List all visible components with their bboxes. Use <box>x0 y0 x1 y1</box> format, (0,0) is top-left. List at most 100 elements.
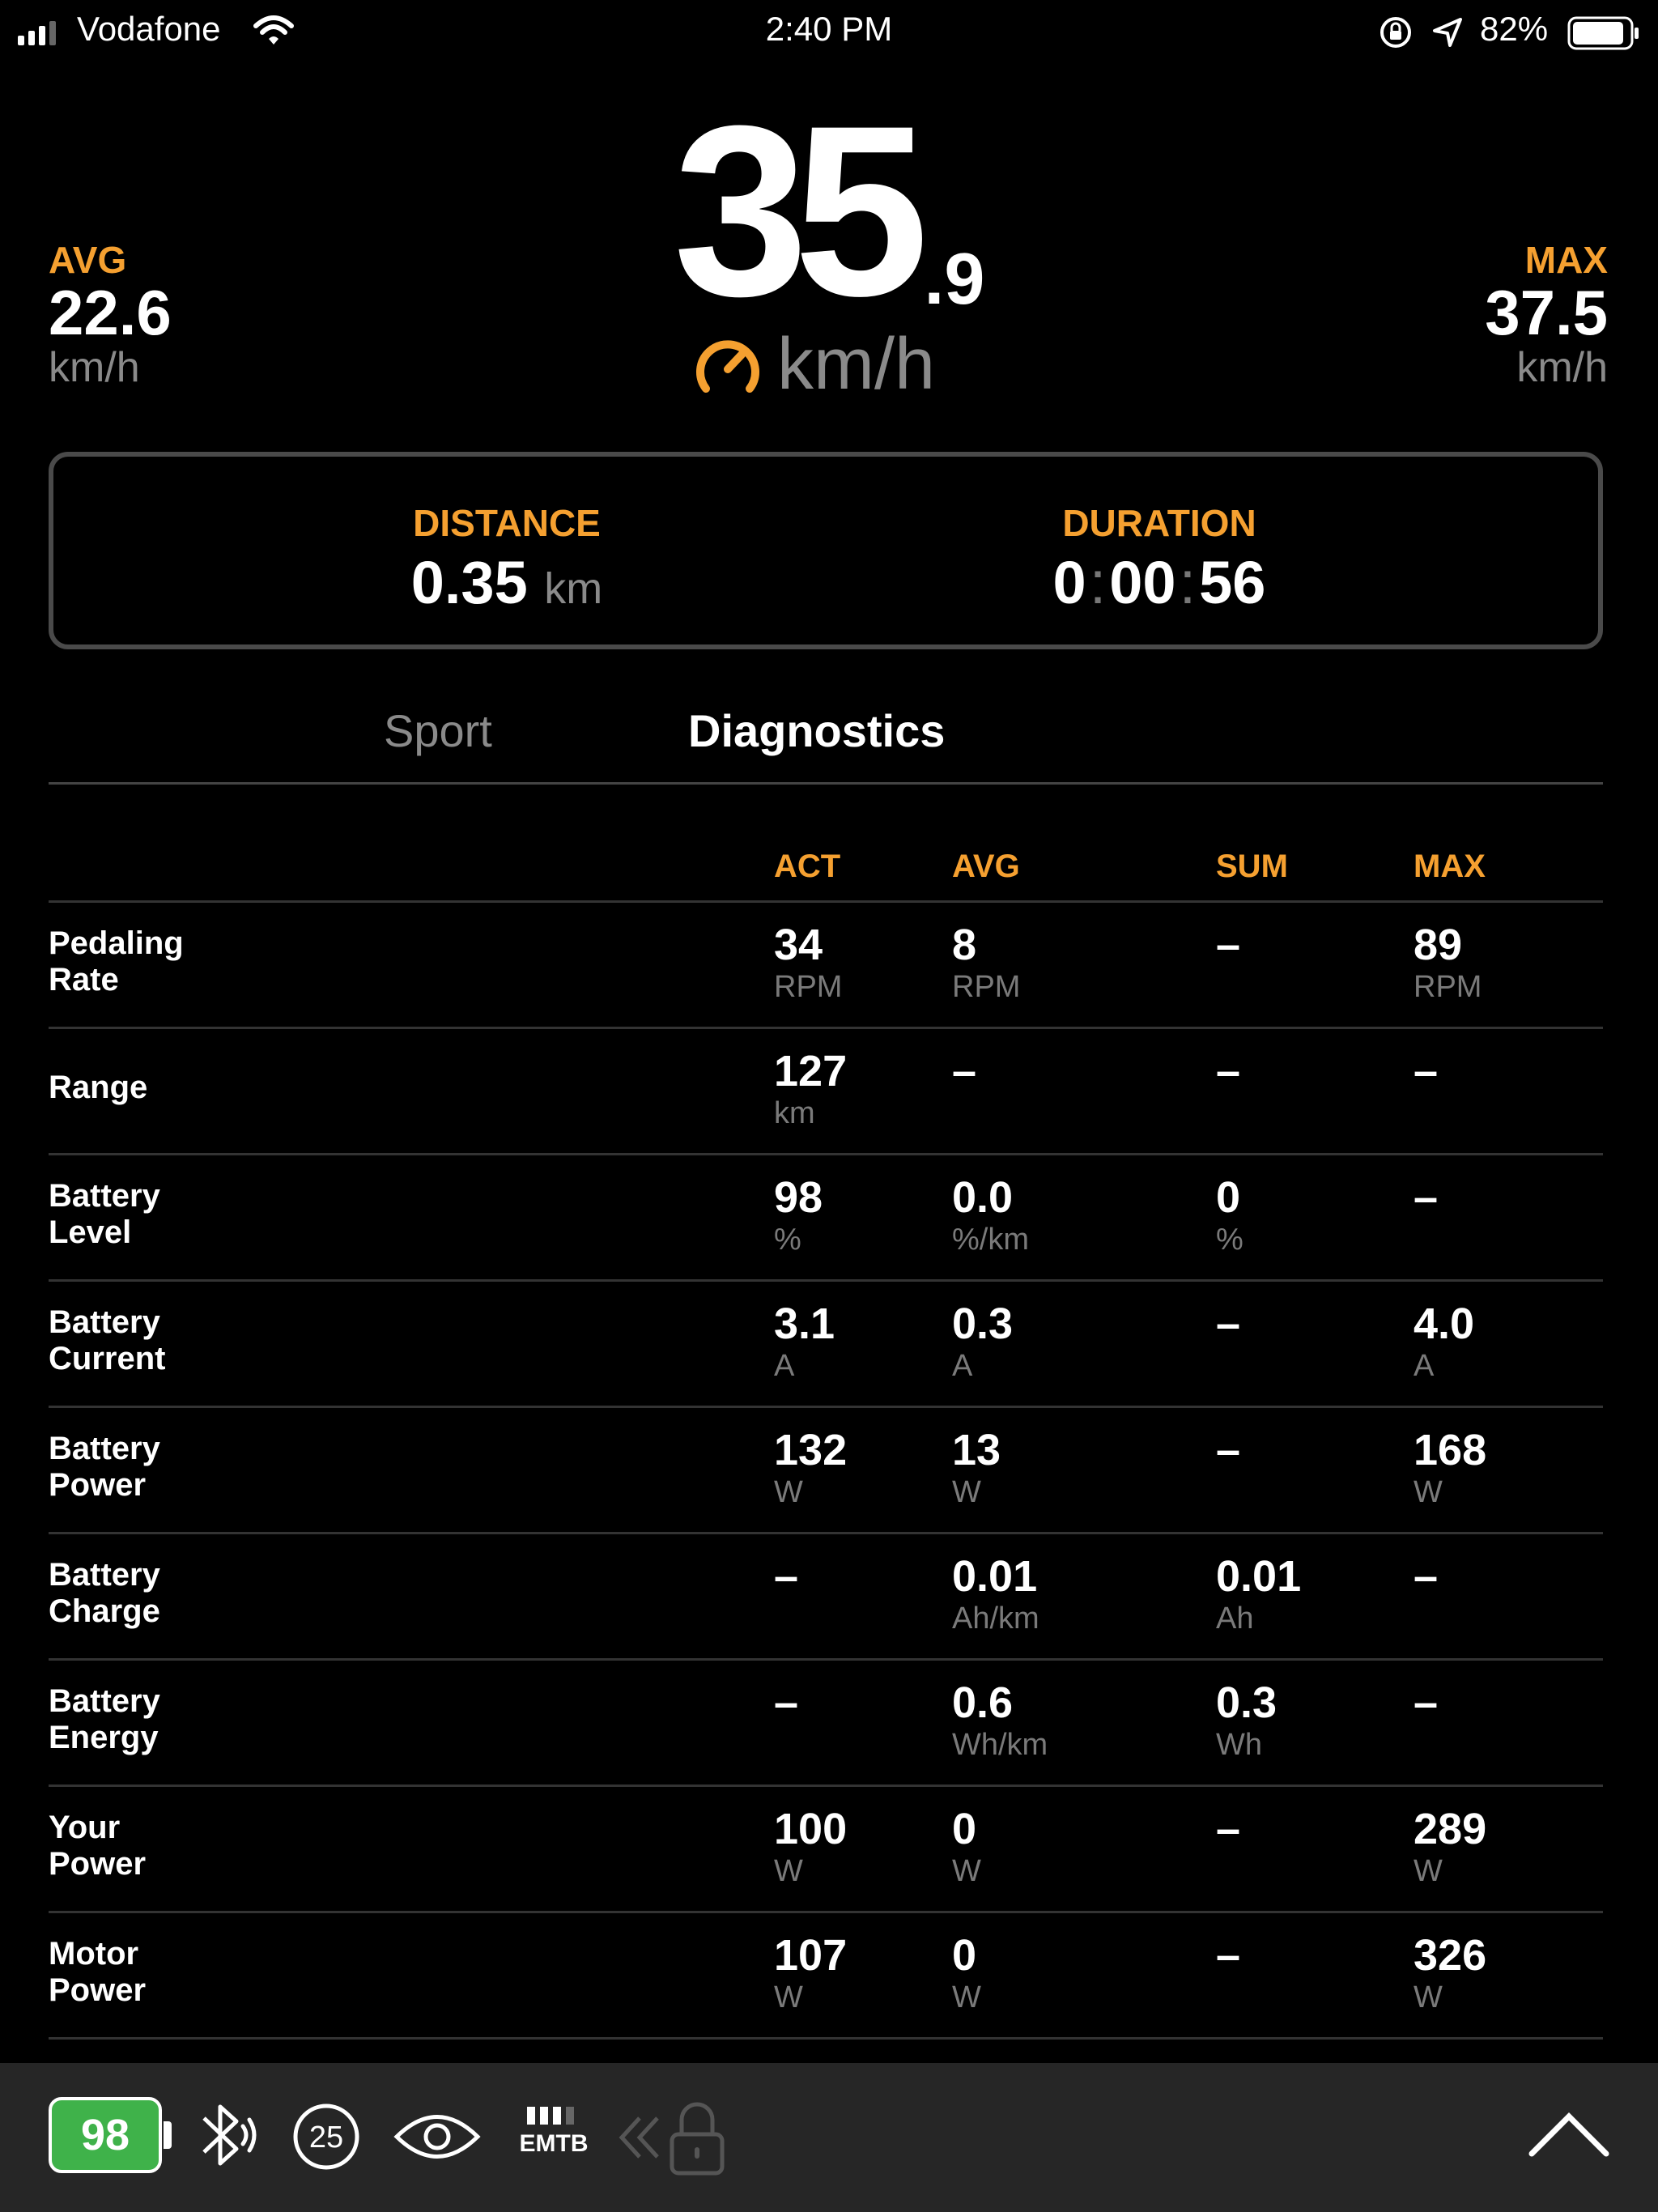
cell-unit: W <box>1414 1854 1443 1888</box>
row-label: Pedaling Rate <box>49 925 615 998</box>
status-bar: Vodafone 2:40 PM 82% <box>0 0 1658 63</box>
row-label: Battery Current <box>49 1304 615 1377</box>
cell-value: 0.6 <box>952 1678 1014 1727</box>
bottom-icons: 98 25 EMTB <box>0 2097 1658 2178</box>
table-row: Motor Power 107 W 0 W –326 W <box>49 1913 1603 2040</box>
bluetooth-icon[interactable] <box>198 2099 261 2172</box>
cell-sum: 0% <box>1216 1173 1244 1257</box>
row-label-line1: Range <box>49 1070 148 1105</box>
cell-unit: W <box>1414 1475 1443 1509</box>
cell-value: – <box>1216 921 1241 969</box>
tab-diagnostics[interactable]: Diagnostics <box>688 703 945 759</box>
cell-unit: Wh <box>1216 1728 1262 1762</box>
cell-unit: RPM <box>774 970 843 1004</box>
chevron-up-icon[interactable] <box>1527 2110 1611 2159</box>
cell-act: 127 km <box>774 1047 847 1131</box>
cell-max: – <box>1414 1173 1438 1222</box>
duration-readout: 0:00:56 <box>835 551 1483 615</box>
cell-avg: 8 RPM <box>952 921 1020 1005</box>
cell-value: – <box>952 1047 977 1095</box>
cell-max: 326 W <box>1414 1931 1486 2015</box>
cell-unit: %/km <box>952 1223 1029 1257</box>
cell-value: 8 <box>952 921 977 969</box>
cell-max: – <box>1414 1678 1438 1727</box>
battery-icon[interactable]: 98 <box>49 2097 162 2173</box>
lock-icon[interactable] <box>667 2097 727 2178</box>
cell-act: 132 W <box>774 1426 847 1510</box>
cell-unit: W <box>1414 1980 1443 2014</box>
max-unit: km/h <box>1516 344 1608 391</box>
mode-label: EMTB <box>519 2130 589 2157</box>
cell-value: 34 <box>774 921 823 969</box>
speed-decimal: .9 <box>924 239 985 320</box>
avg-unit: km/h <box>49 344 140 391</box>
cell-unit: % <box>774 1223 801 1257</box>
col-header-avg: AVG <box>952 849 1020 884</box>
row-label-line2: Rate <box>49 962 119 998</box>
cell-sum: – <box>1216 1047 1240 1095</box>
cell-avg: 0.0 %/km <box>952 1173 1029 1257</box>
cell-unit: Ah/km <box>952 1602 1039 1636</box>
cell-value: 13 <box>952 1426 1001 1474</box>
cell-value: – <box>1414 1552 1439 1601</box>
back-chevrons-icon[interactable] <box>615 2113 664 2162</box>
rotation-lock-icon <box>1380 17 1411 48</box>
cell-unit: A <box>1414 1349 1435 1383</box>
cell-sum: – <box>1216 1426 1240 1474</box>
cell-value: 0 <box>952 1931 977 1980</box>
cell-unit: W <box>952 1854 981 1888</box>
assist-level-icon[interactable]: 25 <box>291 2102 361 2172</box>
cell-value: – <box>1216 1426 1241 1474</box>
cell-avg: 0W <box>952 1805 981 1889</box>
cell-value: 168 <box>1414 1426 1487 1474</box>
cell-avg: 0W <box>952 1931 981 2015</box>
battery-percent: 82% <box>1480 10 1549 48</box>
cell-avg: 0.6 Wh/km <box>952 1678 1048 1763</box>
cell-value: 107 <box>774 1931 848 1980</box>
summary-box: DISTANCE 0.35 km DURATION 0:00:56 <box>49 452 1603 649</box>
cell-avg: – <box>952 1047 976 1095</box>
cell-value: 127 <box>774 1047 848 1095</box>
max-value: 37.5 <box>1485 277 1608 348</box>
cell-unit: km <box>774 1096 815 1130</box>
cell-value: – <box>1216 1047 1241 1095</box>
cell-act: 34 RPM <box>774 921 842 1005</box>
duration-seconds: 56 <box>1199 549 1266 616</box>
row-label: Motor Power <box>49 1936 615 2009</box>
duration-minutes: 00 <box>1109 549 1176 616</box>
cell-sum: – <box>1216 921 1240 969</box>
distance-readout: 0.35 km <box>183 551 831 621</box>
tab-sport[interactable]: Sport <box>384 703 492 759</box>
cell-value: 89 <box>1414 921 1463 969</box>
bottom-bar: 98 25 EMTB <box>0 2063 1658 2212</box>
assist-level-value: 25 <box>309 2121 343 2155</box>
cell-value: – <box>774 1552 799 1601</box>
distance-unit: km <box>544 564 603 613</box>
row-label: Battery Charge <box>49 1557 615 1630</box>
tab-divider <box>49 782 1603 785</box>
distance-value: 0.35 <box>410 549 528 616</box>
cell-unit: Wh/km <box>952 1728 1048 1762</box>
table-row: Range 127 km – – – <box>49 1029 1603 1155</box>
cell-unit: A <box>774 1349 795 1383</box>
cell-value: 0.3 <box>952 1300 1014 1348</box>
cell-act: 107 W <box>774 1931 847 2015</box>
battery-level: 98 <box>80 2111 130 2159</box>
cell-value: – <box>1414 1678 1439 1727</box>
row-label: Battery Power <box>49 1431 615 1504</box>
cell-sum: 0.01 Ah <box>1216 1552 1301 1636</box>
cell-max: 89 RPM <box>1414 921 1482 1005</box>
cell-avg: 0.01 Ah/km <box>952 1552 1039 1636</box>
table-row: Battery Current 3.1 A 0.3 A –4.0 A <box>49 1282 1603 1408</box>
cell-act: 98% <box>774 1173 823 1257</box>
cell-unit: W <box>774 1980 803 2014</box>
cell-sum: 0.3 Wh <box>1216 1678 1277 1763</box>
cell-value: – <box>1216 1300 1241 1348</box>
distance-block: DISTANCE 0.35 km <box>183 500 831 621</box>
table-row: Battery Charge – 0.01 Ah/km 0.01 Ah – <box>49 1534 1603 1661</box>
duration-separator: : <box>1179 549 1197 616</box>
row-label-line2: Level <box>49 1214 132 1250</box>
mode-indicator[interactable]: EMTB <box>515 2104 593 2158</box>
row-label: Battery Energy <box>49 1683 615 1756</box>
eye-icon[interactable] <box>392 2108 483 2165</box>
